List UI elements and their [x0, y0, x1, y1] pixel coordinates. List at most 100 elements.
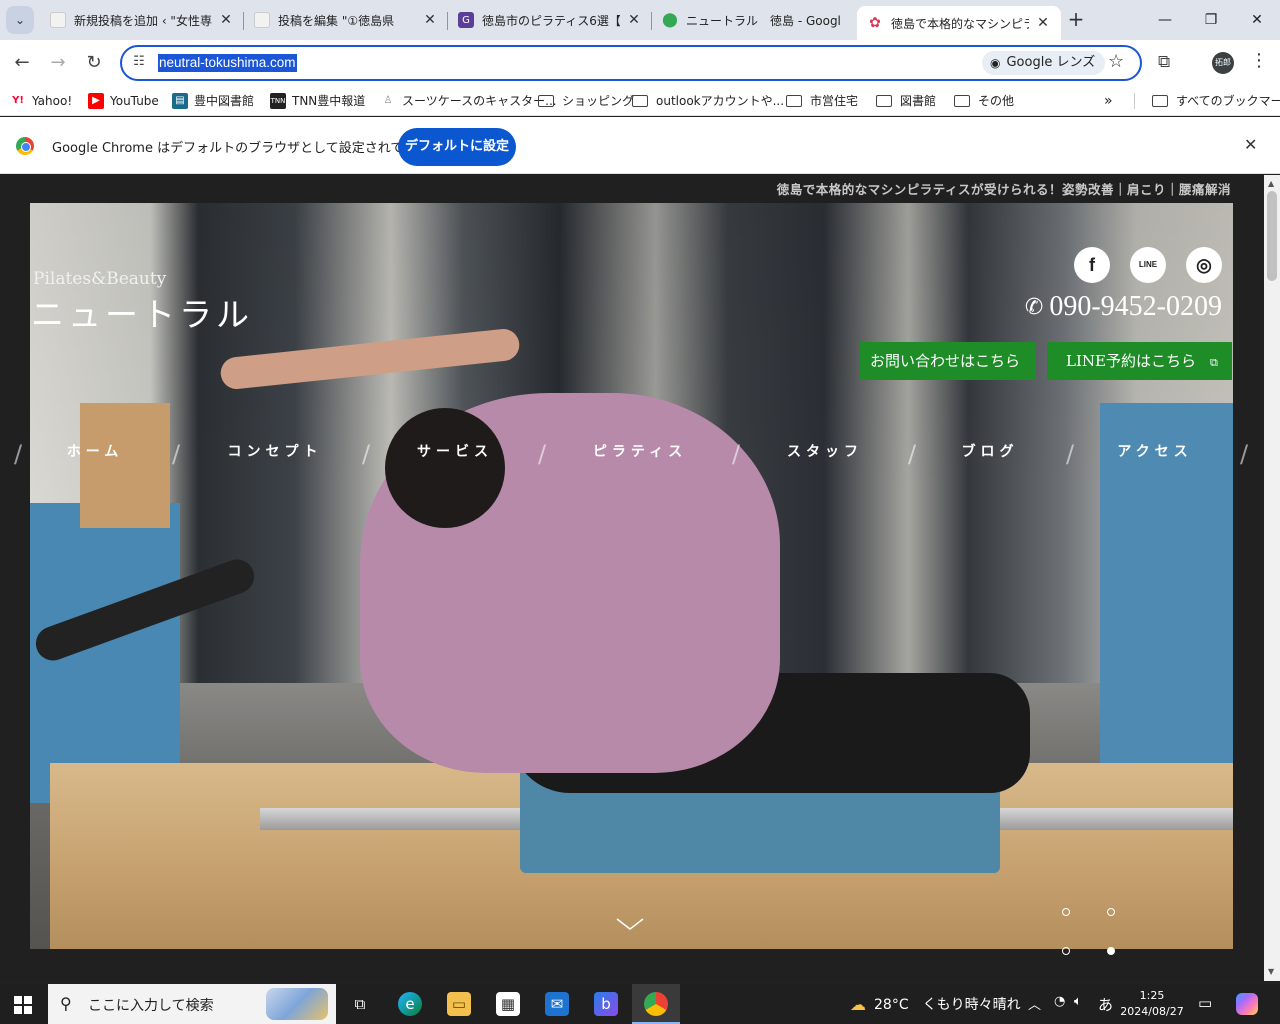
bookmark-folder-other[interactable]: その他 — [954, 92, 1014, 110]
close-icon[interactable]: ✕ — [1244, 135, 1257, 154]
tab-4[interactable]: ⬤ ニュートラル 徳島 - Googl — [652, 4, 856, 36]
site-info-icon[interactable]: ☷ — [130, 54, 148, 72]
bookmark-label: outlookアカウントや... — [656, 94, 785, 108]
tab-1[interactable]: 新規投稿を追加 ‹ "女性専 ✕ — [40, 4, 244, 36]
slider-dot-4-active[interactable] — [1107, 947, 1115, 955]
facebook-icon[interactable]: f — [1074, 247, 1110, 283]
nav-blog[interactable]: ブログ — [940, 437, 1040, 467]
site-logo[interactable]: ニュートラル — [31, 288, 253, 336]
tab-label: 徳島市のピラティス6選【2024 — [482, 13, 620, 28]
tab-label: 投稿を編集 "①徳島県 — [278, 13, 395, 28]
chrome-icon[interactable] — [644, 992, 668, 1016]
brand-subtitle[interactable]: Pilates&Beauty — [33, 269, 166, 289]
clock-time: 1:25 — [1139, 989, 1165, 1002]
network-icon[interactable]: ◔ — [1054, 994, 1065, 1009]
windows-start-icon[interactable] — [14, 996, 32, 1014]
nav-concept[interactable]: コンセプト — [210, 437, 340, 467]
all-bookmarks[interactable]: すべてのブックマーク — [1152, 92, 1280, 110]
instagram-icon[interactable]: ◎ — [1186, 247, 1222, 283]
reload-button[interactable]: ↻ — [82, 51, 106, 75]
task-view-icon[interactable]: ⧉ — [348, 992, 372, 1016]
folder-icon — [954, 95, 970, 107]
bookmark-folder-library[interactable]: 図書館 — [876, 92, 936, 110]
bing-icon[interactable]: b — [594, 992, 618, 1016]
close-icon[interactable]: ✕ — [218, 12, 234, 28]
page-viewport: 徳島で本格的なマシンピラティスが受けられる！姿勢改善｜肩こり｜腰痛解消 Pila… — [0, 175, 1264, 981]
slider-dot-3[interactable] — [1062, 947, 1070, 955]
nav-pilates[interactable]: ピラティス — [580, 437, 700, 467]
mail-icon[interactable]: ✉ — [545, 992, 569, 1016]
clock-date: 2024/08/27 — [1120, 1005, 1184, 1018]
page-scrollbar[interactable]: ▲ ▼ — [1264, 175, 1280, 981]
tab-5-active[interactable]: ✿ 徳島で本格的なマシンピラティ ✕ — [857, 6, 1061, 40]
nav-divider: / — [732, 440, 741, 468]
maps-pin-icon: ⬤ — [662, 12, 678, 28]
nav-service[interactable]: サービス — [400, 437, 510, 467]
ime-indicator[interactable]: あ — [1098, 994, 1113, 1015]
window-close-button[interactable]: ✕ — [1234, 6, 1280, 34]
lens-label: Google レンズ — [1006, 55, 1096, 70]
bookmark-yahoo[interactable]: Y! Yahoo! — [10, 92, 72, 110]
close-icon[interactable]: ✕ — [422, 12, 438, 28]
flower-icon: ✿ — [869, 15, 881, 31]
close-icon[interactable]: ✕ — [1035, 15, 1051, 31]
scroll-up-arrow-icon[interactable]: ▲ — [1268, 179, 1274, 188]
taskbar-clock[interactable]: 1:25 2024/08/27 — [1120, 988, 1184, 1020]
tab-3[interactable]: G 徳島市のピラティス6選【2024 ✕ — [448, 4, 652, 36]
browser-toolbar: ← → ↻ ☷ neutral-tokushima.com ◉ Google レ… — [0, 40, 1280, 86]
profile-avatar[interactable]: 拓郎 — [1212, 52, 1234, 74]
g-site-icon: G — [458, 12, 474, 28]
phone-number[interactable]: ✆ 090-9452-0209 — [1025, 291, 1222, 323]
youtube-icon: ▶ — [88, 93, 104, 109]
line-icon[interactable]: LINE — [1130, 247, 1166, 283]
tnn-icon: TNN — [270, 93, 286, 109]
bookmark-library[interactable]: ▤ 豊中図書館 — [172, 92, 254, 110]
scroll-down-arrow-icon[interactable]: ▼ — [1268, 967, 1274, 976]
bookmarks-overflow-icon[interactable]: » — [1104, 92, 1113, 110]
nav-access[interactable]: アクセス — [1100, 437, 1210, 467]
slider-dot-2[interactable] — [1107, 908, 1115, 916]
bookmark-folder-housing[interactable]: 市営住宅 — [786, 92, 858, 110]
bookmark-folder-outlook[interactable]: outlookアカウントや... — [632, 92, 784, 110]
google-lens-button[interactable]: ◉ Google レンズ — [982, 51, 1106, 75]
taskbar-search[interactable]: ⚲ ここに入力して検索 — [48, 984, 336, 1024]
set-default-button[interactable]: デフォルトに設定 — [398, 128, 516, 166]
close-icon[interactable]: ✕ — [626, 12, 642, 28]
tab-2[interactable]: 投稿を編集 "①徳島県 ✕ — [244, 4, 448, 36]
tab-label: 新規投稿を追加 ‹ "女性専 — [74, 13, 212, 28]
file-explorer-icon[interactable]: ▭ — [447, 992, 471, 1016]
copilot-icon[interactable] — [1236, 993, 1258, 1015]
nav-staff[interactable]: スタッフ — [770, 437, 880, 467]
contact-button[interactable]: お問い合わせはこちら — [860, 342, 1036, 380]
extensions-icon[interactable]: ⧉ — [1158, 52, 1170, 72]
bookmark-suitcase[interactable]: ♙ スーツケースのキャスター... — [380, 92, 557, 110]
line-reserve-button[interactable]: LINE予約はこちら ⧉ — [1047, 342, 1232, 380]
address-bar[interactable]: ☷ neutral-tokushima.com ◉ Google レンズ ☆ — [120, 45, 1142, 81]
tray-overflow-chevron-icon[interactable]: ︿ — [1028, 994, 1041, 1013]
restore-button[interactable]: ❐ — [1188, 6, 1234, 34]
tab-search-button[interactable]: ⌄ — [6, 6, 34, 34]
edge-icon[interactable]: e — [398, 992, 422, 1016]
notification-icon[interactable]: ▭ — [1198, 994, 1212, 1012]
scroll-thumb[interactable] — [1267, 191, 1277, 281]
bookmark-youtube[interactable]: ▶ YouTube — [88, 92, 159, 110]
nav-home[interactable]: ホーム — [40, 437, 150, 467]
bookmark-star-icon[interactable]: ☆ — [1108, 51, 1124, 72]
scroll-down-chevron-icon[interactable] — [615, 917, 645, 931]
url-text[interactable]: neutral-tokushima.com — [158, 54, 297, 72]
weather-widget[interactable]: ☁ 28°C くもり時々晴れ — [850, 994, 1021, 1014]
chrome-logo-icon — [16, 137, 34, 155]
minimize-button[interactable]: — — [1142, 6, 1188, 34]
folder-icon — [538, 95, 554, 107]
store-icon[interactable]: ▦ — [496, 992, 520, 1016]
bookmark-folder-shopping[interactable]: ショッピング — [538, 92, 634, 110]
slider-dot-1[interactable] — [1062, 908, 1070, 916]
chrome-menu-icon[interactable]: ⋮ — [1250, 50, 1268, 71]
forward-button[interactable]: → — [46, 51, 70, 75]
back-button[interactable]: ← — [10, 51, 34, 75]
folder-icon — [786, 95, 802, 107]
volume-icon[interactable]: 🔈︎ — [1074, 994, 1082, 1009]
nav-divider: / — [14, 440, 23, 468]
bookmark-tnn[interactable]: TNN TNN豊中報道 — [270, 92, 365, 110]
new-tab-button[interactable]: + — [1064, 8, 1088, 32]
